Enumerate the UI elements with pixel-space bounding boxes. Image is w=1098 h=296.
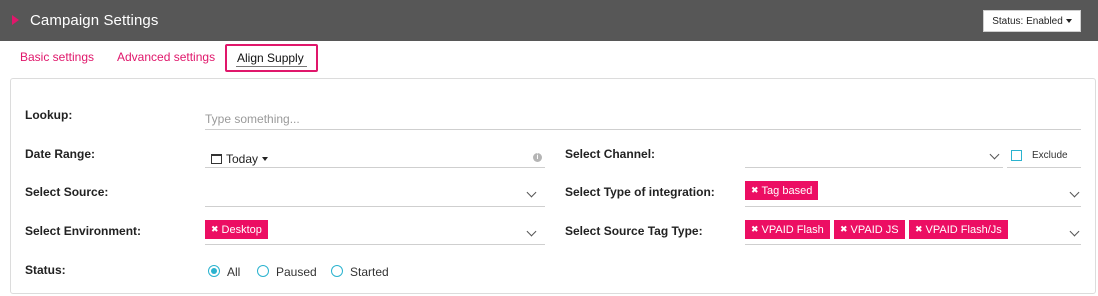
- remove-tag-icon[interactable]: ✖: [915, 224, 923, 235]
- status-option-paused: Paused: [276, 265, 317, 279]
- select-environment-label: Select Environment:: [25, 224, 142, 238]
- remove-tag-icon[interactable]: ✖: [211, 224, 219, 235]
- select-channel-dropdown[interactable]: [745, 147, 1003, 167]
- status-radio-started[interactable]: [331, 265, 343, 277]
- remove-tag-icon[interactable]: ✖: [840, 224, 848, 235]
- collapse-triangle-icon[interactable]: [12, 15, 19, 25]
- environment-tag[interactable]: ✖ Desktop: [205, 220, 268, 239]
- exclude-underline: [1007, 167, 1081, 168]
- source-tag-type-tag[interactable]: ✖ VPAID JS: [834, 220, 905, 239]
- source-tag-type-tag[interactable]: ✖ VPAID Flash: [745, 220, 830, 239]
- remove-tag-icon[interactable]: ✖: [751, 185, 759, 196]
- select-source-tag-type-underline: [745, 244, 1081, 245]
- select-integration-underline: [745, 206, 1081, 207]
- date-range-underline: [205, 167, 545, 168]
- chevron-down-icon[interactable]: [1069, 187, 1080, 198]
- date-range-label: Date Range:: [25, 147, 96, 161]
- date-range-dropdown[interactable]: Today: [211, 151, 269, 167]
- select-channel-underline: [745, 167, 1003, 168]
- info-icon[interactable]: i: [533, 153, 542, 162]
- active-tab-underline: [236, 66, 307, 67]
- calendar-icon: [211, 154, 222, 164]
- tag-label: VPAID Flash: [761, 223, 824, 236]
- status-label: Status:: [25, 263, 66, 277]
- tab-advanced-settings[interactable]: Advanced settings: [117, 50, 215, 64]
- page-title: Campaign Settings: [30, 12, 159, 29]
- select-channel-label: Select Channel:: [565, 147, 656, 161]
- chevron-down-icon[interactable]: [1069, 226, 1080, 237]
- status-radio-all[interactable]: [208, 265, 220, 277]
- lookup-label: Lookup:: [25, 108, 73, 122]
- integration-tag[interactable]: ✖ Tag based: [745, 181, 819, 200]
- select-source-tag-type-label: Select Source Tag Type:: [565, 224, 703, 238]
- select-source-label: Select Source:: [25, 185, 109, 199]
- status-button-label: Status: Enabled: [992, 15, 1063, 27]
- source-tag-type-tag[interactable]: ✖ VPAID Flash/Js: [909, 220, 1008, 239]
- exclude-checkbox[interactable]: [1011, 150, 1022, 161]
- lookup-input[interactable]: Type something...: [205, 112, 300, 126]
- select-environment-underline: [205, 244, 545, 245]
- page-header: Campaign Settings Status: Enabled: [0, 0, 1098, 41]
- status-dropdown-button[interactable]: Status: Enabled: [983, 10, 1081, 32]
- status-option-started: Started: [350, 265, 389, 279]
- tab-align-supply-label: Align Supply: [237, 51, 304, 65]
- chevron-down-icon[interactable]: [526, 226, 537, 237]
- exclude-label: Exclude: [1032, 150, 1068, 161]
- remove-tag-icon[interactable]: ✖: [751, 224, 759, 235]
- select-source-underline: [205, 206, 545, 207]
- caret-down-icon: [1065, 19, 1072, 23]
- tab-basic-settings[interactable]: Basic settings: [20, 50, 94, 64]
- tag-label: VPAID Flash/Js: [925, 223, 1002, 236]
- date-range-value: Today: [226, 152, 259, 166]
- tag-label: VPAID JS: [850, 223, 899, 236]
- status-radio-paused[interactable]: [257, 265, 269, 277]
- tab-align-supply[interactable]: Align Supply: [225, 44, 318, 72]
- tag-label: Tag based: [761, 184, 813, 197]
- align-supply-panel: Lookup: Type something... Date Range: To…: [10, 78, 1096, 294]
- select-source-dropdown[interactable]: [205, 183, 545, 207]
- caret-down-icon: [262, 157, 269, 161]
- tag-label: Desktop: [221, 223, 262, 236]
- select-integration-label: Select Type of integration:: [565, 185, 715, 199]
- settings-tabs: Basic settings Advanced settings: [0, 41, 1098, 74]
- lookup-input-underline: [205, 129, 1081, 130]
- status-option-all: All: [227, 265, 241, 279]
